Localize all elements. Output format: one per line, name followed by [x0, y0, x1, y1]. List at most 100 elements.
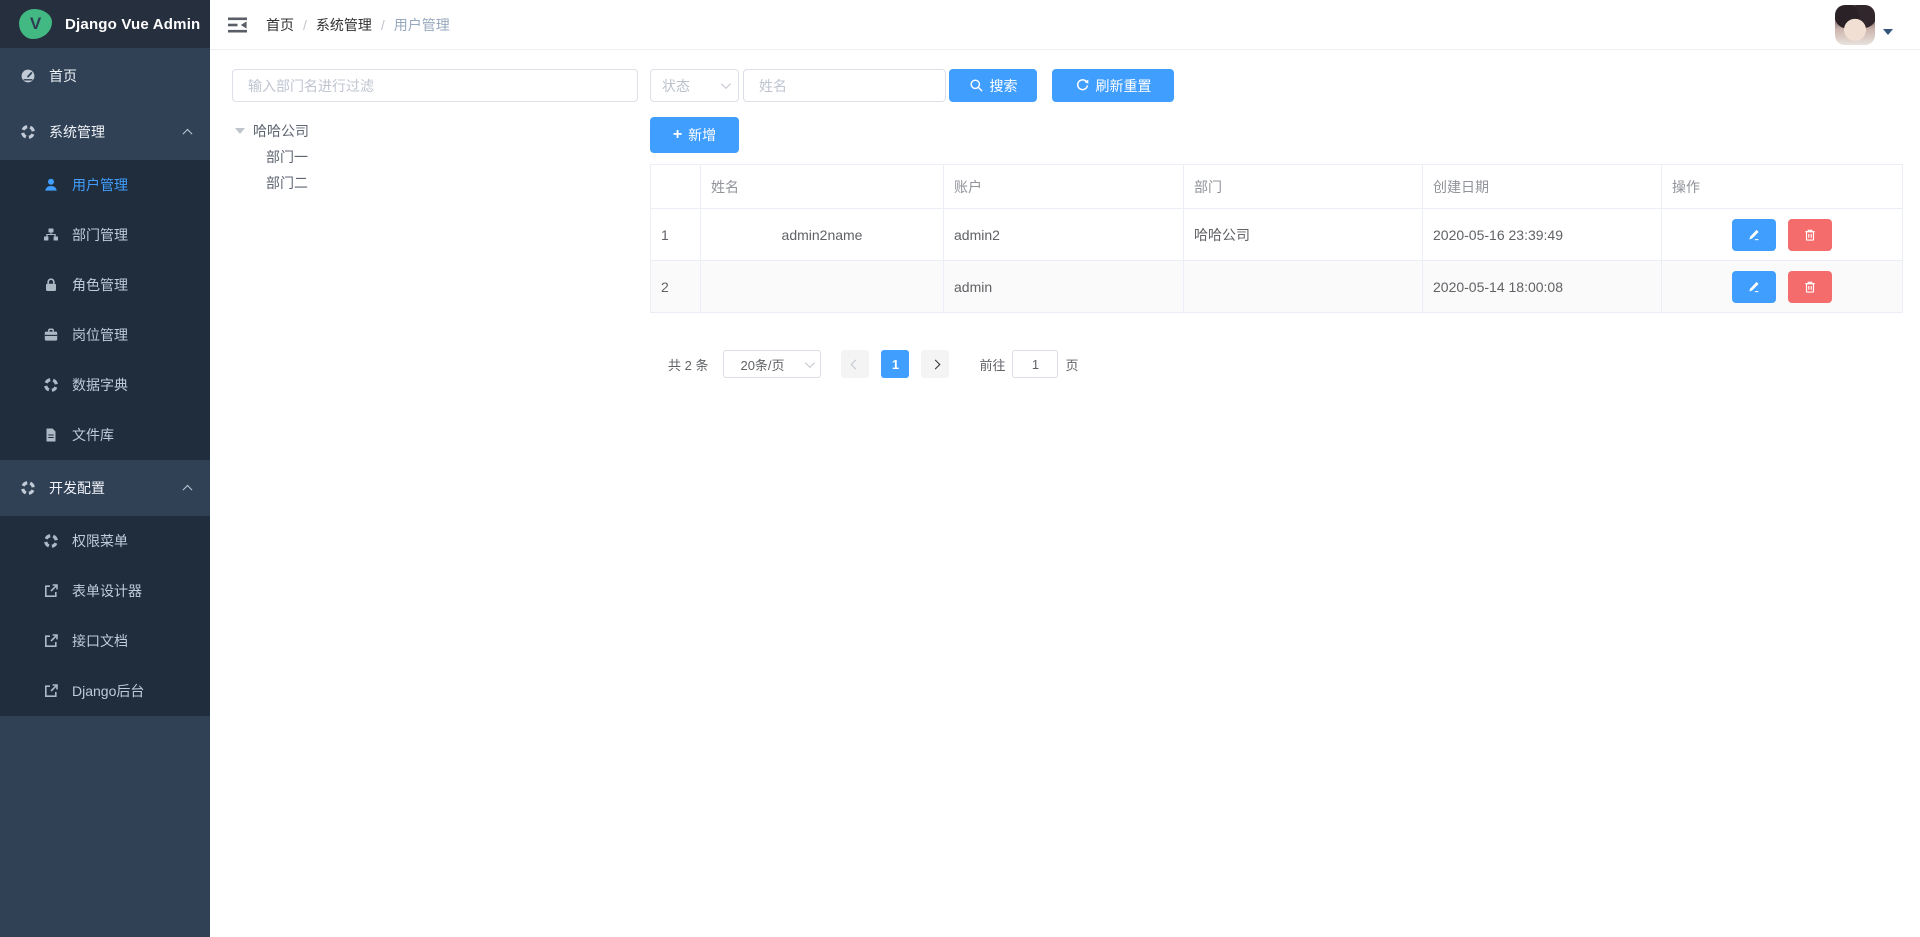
- sidebar-item-departments[interactable]: 部门管理: [0, 210, 210, 260]
- sidebar-item-label: 表单设计器: [72, 581, 142, 601]
- breadcrumb-home[interactable]: 首页: [266, 15, 294, 35]
- plus-icon: +: [673, 127, 682, 143]
- col-actions: 操作: [1662, 165, 1903, 209]
- breadcrumb-separator: /: [303, 17, 307, 33]
- sidebar-item-label: Django后台: [72, 681, 144, 701]
- submenu-system: 用户管理 部门管理 角色管理 岗位管理 数据字典: [0, 160, 210, 460]
- app-logo-icon: V: [19, 9, 52, 39]
- component-icon: [20, 124, 36, 140]
- sidebar-item-label: 文件库: [72, 425, 114, 445]
- tree-node-label: 部门二: [266, 173, 308, 193]
- status-select-placeholder: 状态: [662, 76, 690, 96]
- sidebar-group-label: 系统管理: [49, 122, 105, 142]
- sidebar-item-posts[interactable]: 岗位管理: [0, 310, 210, 360]
- trash-icon: [1803, 228, 1817, 242]
- name-search-input[interactable]: [743, 69, 946, 102]
- add-user-button[interactable]: + 新增: [650, 117, 739, 153]
- chevron-down-icon: [721, 79, 731, 89]
- refresh-reset-button[interactable]: 刷新重置: [1052, 69, 1174, 102]
- chevron-down-icon: [805, 358, 815, 368]
- delete-button[interactable]: [1788, 271, 1832, 303]
- menu-icon: [43, 533, 59, 549]
- dict-icon: [43, 377, 59, 393]
- cell-actions: [1662, 209, 1903, 261]
- tree-node-child[interactable]: 部门二: [232, 170, 638, 196]
- sidebar-item-roles[interactable]: 角色管理: [0, 260, 210, 310]
- external-link-icon: [43, 583, 59, 599]
- page-number-button[interactable]: 1: [881, 350, 909, 378]
- chevron-up-icon: [183, 129, 193, 139]
- breadcrumb: 首页 / 系统管理 / 用户管理: [266, 15, 450, 35]
- cell-account: admin: [944, 261, 1184, 313]
- status-select[interactable]: 状态: [650, 69, 739, 102]
- page-size-value: 20条/页: [740, 355, 784, 374]
- submenu-devconfig: 权限菜单 表单设计器 接口文档 Django后台: [0, 516, 210, 716]
- search-icon: [969, 78, 984, 93]
- edit-icon: [1747, 280, 1761, 294]
- caret-down-icon[interactable]: [1883, 29, 1893, 35]
- refresh-icon: [1075, 78, 1090, 93]
- edit-icon: [1747, 228, 1761, 242]
- users-table: 姓名 账户 部门 创建日期 操作 1 admin2name admin2 哈哈公…: [650, 164, 1903, 313]
- sidebar: V Django Vue Admin 首页 系统管理 用户管理 部门管理: [0, 0, 210, 937]
- goto-label: 前往: [979, 355, 1005, 374]
- department-filter-input[interactable]: [232, 69, 638, 102]
- document-icon: [43, 427, 59, 443]
- top-navbar: 首页 / 系统管理 / 用户管理: [210, 0, 1920, 50]
- page-unit-label: 页: [1065, 355, 1078, 374]
- sidebar-group-label: 开发配置: [49, 478, 105, 498]
- sidebar-item-api-docs[interactable]: 接口文档: [0, 616, 210, 666]
- pagination-total: 共 2 条: [668, 355, 708, 374]
- config-icon: [20, 480, 36, 496]
- delete-button[interactable]: [1788, 219, 1832, 251]
- sidebar-item-django-admin[interactable]: Django后台: [0, 666, 210, 716]
- sidebar-item-permission-menu[interactable]: 权限菜单: [0, 516, 210, 566]
- goto-page-input[interactable]: [1012, 350, 1058, 378]
- search-button-label: 搜索: [990, 76, 1018, 96]
- search-button[interactable]: 搜索: [949, 69, 1037, 102]
- briefcase-icon: [43, 327, 59, 343]
- sidebar-item-label: 权限菜单: [72, 531, 128, 551]
- page-size-select[interactable]: 20条/页: [723, 350, 821, 378]
- sidebar-item-form-designer[interactable]: 表单设计器: [0, 566, 210, 616]
- col-department: 部门: [1184, 165, 1423, 209]
- sidebar-group-system[interactable]: 系统管理: [0, 104, 210, 160]
- cell-account: admin2: [944, 209, 1184, 261]
- breadcrumb-current: 用户管理: [394, 15, 450, 35]
- refresh-reset-button-label: 刷新重置: [1096, 76, 1152, 96]
- edit-button[interactable]: [1732, 219, 1776, 251]
- sidebar-item-users[interactable]: 用户管理: [0, 160, 210, 210]
- sitemap-icon: [43, 227, 59, 243]
- sidebar-item-files[interactable]: 文件库: [0, 410, 210, 460]
- lock-icon: [43, 277, 59, 293]
- cell-name: [701, 261, 944, 313]
- col-created: 创建日期: [1423, 165, 1662, 209]
- external-link-icon: [43, 633, 59, 649]
- chevron-right-icon: [931, 359, 941, 369]
- sidebar-item-dictionary[interactable]: 数据字典: [0, 360, 210, 410]
- sidebar-group-devconfig[interactable]: 开发配置: [0, 460, 210, 516]
- prev-page-button[interactable]: [841, 350, 869, 378]
- sidebar-item-label: 岗位管理: [72, 325, 128, 345]
- sidebar-item-label: 数据字典: [72, 375, 128, 395]
- avatar[interactable]: [1835, 5, 1875, 45]
- col-name: 姓名: [701, 165, 944, 209]
- breadcrumb-system[interactable]: 系统管理: [316, 15, 372, 35]
- tree-node-label: 哈哈公司: [253, 121, 309, 141]
- col-account: 账户: [944, 165, 1184, 209]
- chevron-left-icon: [851, 359, 861, 369]
- tree-node-child[interactable]: 部门一: [232, 144, 638, 170]
- sidebar-fold-icon[interactable]: [228, 17, 248, 33]
- table-row: 1 admin2name admin2 哈哈公司 2020-05-16 23:3…: [651, 209, 1903, 261]
- tree-node-root[interactable]: 哈哈公司: [232, 118, 638, 144]
- cell-department: [1184, 261, 1423, 313]
- table-header-row: 姓名 账户 部门 创建日期 操作: [651, 165, 1903, 209]
- sidebar-item-label: 用户管理: [72, 175, 128, 195]
- caret-down-icon[interactable]: [235, 128, 245, 134]
- dashboard-icon: [20, 68, 36, 84]
- table-row: 2 admin 2020-05-14 18:00:08: [651, 261, 1903, 313]
- next-page-button[interactable]: [921, 350, 949, 378]
- sidebar-item-home[interactable]: 首页: [0, 48, 210, 104]
- cell-created: 2020-05-14 18:00:08: [1423, 261, 1662, 313]
- edit-button[interactable]: [1732, 271, 1776, 303]
